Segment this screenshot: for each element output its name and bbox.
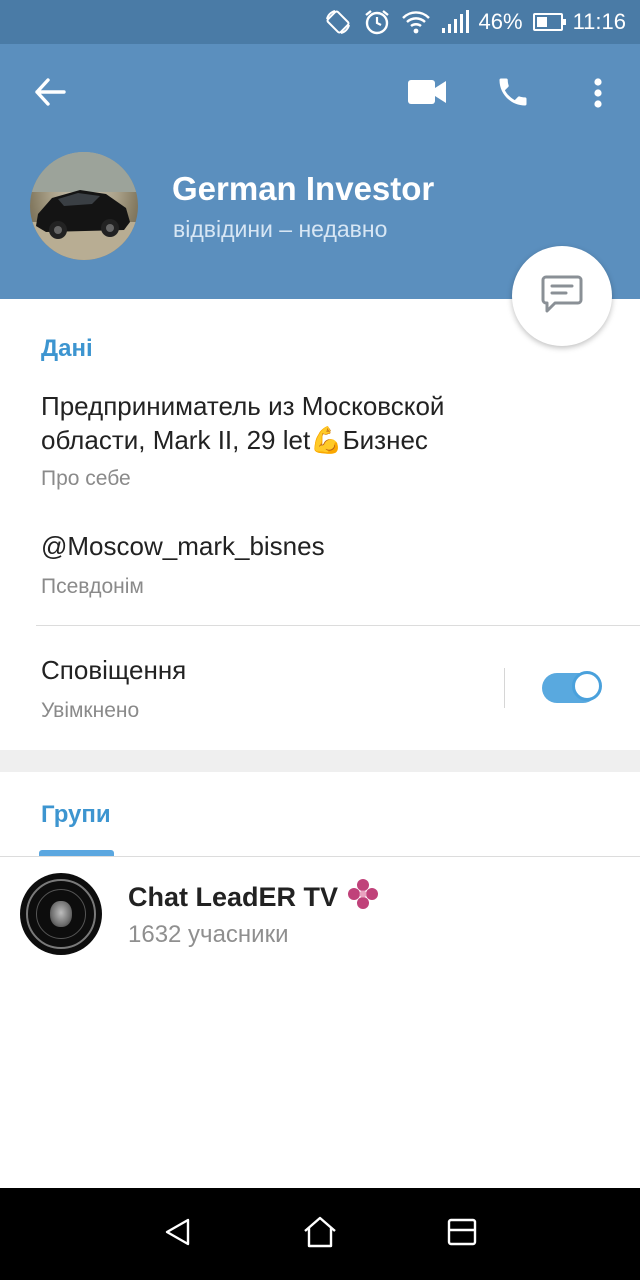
phone-icon — [495, 74, 531, 115]
flexed-biceps-emoji-icon: 💪 — [310, 425, 343, 455]
avatar-face — [50, 901, 72, 927]
signal-icon — [441, 10, 469, 34]
home-icon — [303, 1216, 337, 1253]
nav-recents-button[interactable] — [422, 1188, 502, 1280]
system-nav-bar — [0, 1188, 640, 1280]
profile-last-seen: відвідини – недавно — [173, 216, 388, 242]
wifi-icon — [401, 9, 431, 35]
group-name-row: Chat LeadER TV — [128, 877, 380, 918]
bio-label: Про себе — [41, 467, 131, 490]
status-bar: 46% 11:16 — [0, 0, 640, 44]
car-photo — [30, 152, 138, 260]
divider — [36, 625, 640, 626]
battery-percent: 46% — [478, 9, 523, 34]
nav-home-button[interactable] — [280, 1188, 360, 1280]
video-call-icon — [407, 79, 447, 110]
tab-divider — [0, 856, 640, 857]
username-label: Псевдонім — [41, 575, 144, 598]
bio-line-2: области, Mark II, 29 let💪Бизнес — [41, 423, 444, 457]
battery-level — [536, 17, 547, 27]
info-section-title: Дані — [41, 335, 93, 362]
more-vert-icon — [593, 77, 603, 113]
diamond-flower-icon — [346, 877, 380, 918]
clock: 11:16 — [572, 9, 626, 34]
group-avatar — [20, 873, 102, 955]
bio-line-1: Предприниматель из Московской — [41, 391, 445, 421]
toggle-separator — [504, 668, 505, 708]
call-button[interactable] — [488, 70, 538, 118]
toggle-knob — [572, 671, 602, 701]
back-arrow-icon — [34, 77, 66, 111]
alarm-icon — [363, 8, 391, 36]
bio-text[interactable]: Предприниматель из Московской области, M… — [41, 389, 444, 457]
back-button[interactable] — [24, 72, 76, 116]
groups-tab[interactable]: Групи — [41, 801, 111, 829]
notifications-toggle[interactable] — [542, 671, 602, 703]
notifications-title[interactable]: Сповіщення — [41, 653, 186, 687]
bio-line-2-end: Бизнес — [342, 425, 428, 455]
send-message-button[interactable] — [512, 246, 612, 346]
recents-icon — [447, 1217, 477, 1252]
more-options-button[interactable] — [578, 70, 618, 120]
group-name: Chat LeadER TV — [128, 882, 339, 912]
profile-avatar[interactable] — [30, 152, 138, 260]
rotate-icon — [323, 7, 353, 37]
back-triangle-icon — [163, 1217, 193, 1252]
bio-line-2-text: области, Mark II, 29 let — [41, 425, 311, 455]
profile-name: German Investor — [172, 170, 435, 207]
status-icons: 46% 11:16 — [323, 0, 626, 44]
group-members: 1632 учасники — [128, 921, 289, 948]
battery-icon — [532, 13, 566, 31]
message-icon — [541, 274, 583, 319]
video-call-button[interactable] — [400, 72, 454, 116]
username-value[interactable]: @Moscow_mark_bisnes — [41, 529, 325, 563]
nav-back-button[interactable] — [138, 1188, 218, 1280]
section-gap — [0, 750, 640, 772]
notifications-state: Увімкнено — [41, 699, 140, 722]
